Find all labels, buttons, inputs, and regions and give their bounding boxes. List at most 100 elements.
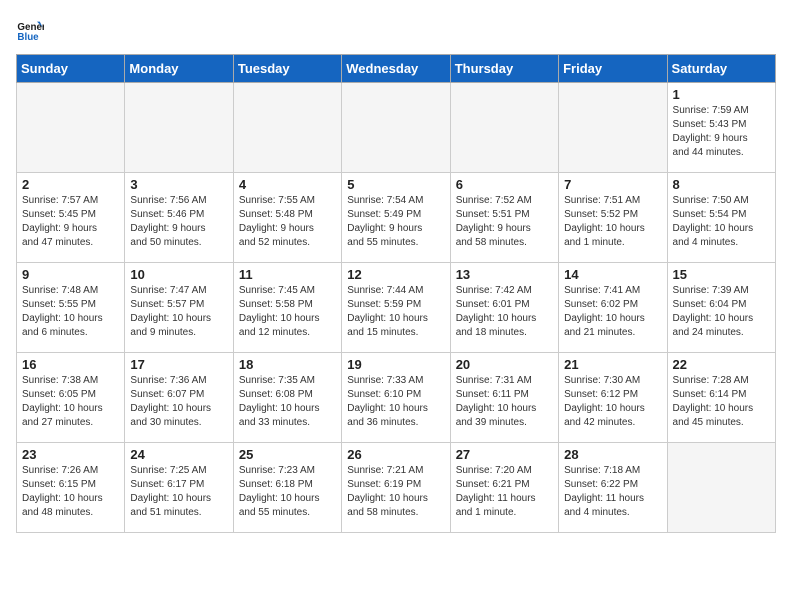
day-number: 14 <box>564 267 661 282</box>
day-info: Sunrise: 7:33 AM Sunset: 6:10 PM Dayligh… <box>347 374 444 430</box>
calendar-day-cell: 17 Sunrise: 7:36 AM Sunset: 6:07 PM Dayli… <box>125 353 233 443</box>
day-info: Sunrise: 7:35 AM Sunset: 6:08 PM Dayligh… <box>239 374 336 430</box>
calendar-day-cell: 24 Sunrise: 7:25 AM Sunset: 6:17 PM Dayli… <box>125 443 233 533</box>
day-number: 27 <box>456 447 553 462</box>
day-info: Sunrise: 7:56 AM Sunset: 5:46 PM Dayligh… <box>130 194 227 250</box>
calendar-day-cell: 12 Sunrise: 7:44 AM Sunset: 5:59 PM Dayli… <box>342 263 450 353</box>
day-number: 17 <box>130 357 227 372</box>
calendar-day-cell: 11 Sunrise: 7:45 AM Sunset: 5:58 PM Dayli… <box>233 263 341 353</box>
calendar-week-row: 23 Sunrise: 7:26 AM Sunset: 6:15 PM Dayli… <box>17 443 776 533</box>
day-info: Sunrise: 7:25 AM Sunset: 6:17 PM Dayligh… <box>130 464 227 520</box>
day-info: Sunrise: 7:45 AM Sunset: 5:58 PM Dayligh… <box>239 284 336 340</box>
day-info: Sunrise: 7:41 AM Sunset: 6:02 PM Dayligh… <box>564 284 661 340</box>
day-info: Sunrise: 7:52 AM Sunset: 5:51 PM Dayligh… <box>456 194 553 250</box>
day-number: 15 <box>673 267 770 282</box>
day-info: Sunrise: 7:59 AM Sunset: 5:43 PM Dayligh… <box>673 104 770 160</box>
calendar-day-cell <box>450 83 558 173</box>
calendar-day-cell: 19 Sunrise: 7:33 AM Sunset: 6:10 PM Dayli… <box>342 353 450 443</box>
calendar-week-row: 16 Sunrise: 7:38 AM Sunset: 6:05 PM Dayli… <box>17 353 776 443</box>
calendar-day-cell: 7 Sunrise: 7:51 AM Sunset: 5:52 PM Daylig… <box>559 173 667 263</box>
day-number: 4 <box>239 177 336 192</box>
day-info: Sunrise: 7:50 AM Sunset: 5:54 PM Dayligh… <box>673 194 770 250</box>
calendar-week-row: 9 Sunrise: 7:48 AM Sunset: 5:55 PM Daylig… <box>17 263 776 353</box>
day-info: Sunrise: 7:30 AM Sunset: 6:12 PM Dayligh… <box>564 374 661 430</box>
day-number: 6 <box>456 177 553 192</box>
calendar-day-cell: 13 Sunrise: 7:42 AM Sunset: 6:01 PM Dayli… <box>450 263 558 353</box>
day-info: Sunrise: 7:23 AM Sunset: 6:18 PM Dayligh… <box>239 464 336 520</box>
day-number: 28 <box>564 447 661 462</box>
calendar-day-cell: 18 Sunrise: 7:35 AM Sunset: 6:08 PM Dayli… <box>233 353 341 443</box>
calendar-day-cell: 6 Sunrise: 7:52 AM Sunset: 5:51 PM Daylig… <box>450 173 558 263</box>
day-number: 13 <box>456 267 553 282</box>
day-number: 19 <box>347 357 444 372</box>
calendar-day-cell: 20Sunrise: 7:31 AM Sunset: 6:11 PM Dayli… <box>450 353 558 443</box>
calendar-day-cell: 4 Sunrise: 7:55 AM Sunset: 5:48 PM Daylig… <box>233 173 341 263</box>
day-of-week-header: Wednesday <box>342 55 450 83</box>
day-number: 10 <box>130 267 227 282</box>
svg-text:Blue: Blue <box>17 32 39 43</box>
day-info: Sunrise: 7:28 AM Sunset: 6:14 PM Dayligh… <box>673 374 770 430</box>
day-info: Sunrise: 7:42 AM Sunset: 6:01 PM Dayligh… <box>456 284 553 340</box>
calendar-header-row: SundayMondayTuesdayWednesdayThursdayFrid… <box>17 55 776 83</box>
day-number: 7 <box>564 177 661 192</box>
calendar-day-cell: 10 Sunrise: 7:47 AM Sunset: 5:57 PM Dayli… <box>125 263 233 353</box>
calendar-day-cell: 5Sunrise: 7:54 AM Sunset: 5:49 PM Daylig… <box>342 173 450 263</box>
day-number: 24 <box>130 447 227 462</box>
day-number: 1 <box>673 87 770 102</box>
day-number: 16 <box>22 357 119 372</box>
calendar-day-cell: 21 Sunrise: 7:30 AM Sunset: 6:12 PM Dayli… <box>559 353 667 443</box>
calendar-day-cell: 14 Sunrise: 7:41 AM Sunset: 6:02 PM Dayli… <box>559 263 667 353</box>
header: General Blue <box>16 16 776 44</box>
day-number: 21 <box>564 357 661 372</box>
day-number: 23 <box>22 447 119 462</box>
day-of-week-header: Saturday <box>667 55 775 83</box>
calendar-day-cell: 22 Sunrise: 7:28 AM Sunset: 6:14 PM Dayli… <box>667 353 775 443</box>
day-info: Sunrise: 7:57 AM Sunset: 5:45 PM Dayligh… <box>22 194 119 250</box>
calendar-day-cell: 8 Sunrise: 7:50 AM Sunset: 5:54 PM Daylig… <box>667 173 775 263</box>
day-number: 26 <box>347 447 444 462</box>
calendar-day-cell <box>125 83 233 173</box>
day-number: 9 <box>22 267 119 282</box>
day-number: 2 <box>22 177 119 192</box>
calendar-week-row: 1 Sunrise: 7:59 AM Sunset: 5:43 PM Daylig… <box>17 83 776 173</box>
day-info: Sunrise: 7:26 AM Sunset: 6:15 PM Dayligh… <box>22 464 119 520</box>
calendar-day-cell <box>233 83 341 173</box>
day-info: Sunrise: 7:48 AM Sunset: 5:55 PM Dayligh… <box>22 284 119 340</box>
calendar-day-cell: 15 Sunrise: 7:39 AM Sunset: 6:04 PM Dayli… <box>667 263 775 353</box>
day-info: Sunrise: 7:51 AM Sunset: 5:52 PM Dayligh… <box>564 194 661 250</box>
day-of-week-header: Monday <box>125 55 233 83</box>
calendar-day-cell: 2 Sunrise: 7:57 AM Sunset: 5:45 PM Daylig… <box>17 173 125 263</box>
day-of-week-header: Friday <box>559 55 667 83</box>
day-number: 3 <box>130 177 227 192</box>
calendar-day-cell: 3 Sunrise: 7:56 AM Sunset: 5:46 PM Daylig… <box>125 173 233 263</box>
day-info: Sunrise: 7:39 AM Sunset: 6:04 PM Dayligh… <box>673 284 770 340</box>
calendar-day-cell: 1 Sunrise: 7:59 AM Sunset: 5:43 PM Daylig… <box>667 83 775 173</box>
day-info: Sunrise: 7:44 AM Sunset: 5:59 PM Dayligh… <box>347 284 444 340</box>
day-number: 5 <box>347 177 444 192</box>
day-number: 8 <box>673 177 770 192</box>
day-info: Sunrise: 7:47 AM Sunset: 5:57 PM Dayligh… <box>130 284 227 340</box>
logo: General Blue <box>16 16 48 44</box>
day-number: 22 <box>673 357 770 372</box>
logo-icon: General Blue <box>16 16 44 44</box>
day-number: 11 <box>239 267 336 282</box>
day-info: Sunrise: 7:55 AM Sunset: 5:48 PM Dayligh… <box>239 194 336 250</box>
calendar-day-cell: 28Sunrise: 7:18 AM Sunset: 6:22 PM Dayli… <box>559 443 667 533</box>
day-number: 12 <box>347 267 444 282</box>
calendar-table: SundayMondayTuesdayWednesdayThursdayFrid… <box>16 54 776 533</box>
day-info: Sunrise: 7:20 AM Sunset: 6:21 PM Dayligh… <box>456 464 553 520</box>
calendar-day-cell: 26 Sunrise: 7:21 AM Sunset: 6:19 PM Dayli… <box>342 443 450 533</box>
day-number: 18 <box>239 357 336 372</box>
calendar-day-cell <box>667 443 775 533</box>
day-info: Sunrise: 7:38 AM Sunset: 6:05 PM Dayligh… <box>22 374 119 430</box>
day-of-week-header: Tuesday <box>233 55 341 83</box>
calendar-day-cell: 16 Sunrise: 7:38 AM Sunset: 6:05 PM Dayli… <box>17 353 125 443</box>
calendar-body: 1 Sunrise: 7:59 AM Sunset: 5:43 PM Daylig… <box>17 83 776 533</box>
calendar-week-row: 2 Sunrise: 7:57 AM Sunset: 5:45 PM Daylig… <box>17 173 776 263</box>
day-info: Sunrise: 7:31 AM Sunset: 6:11 PM Dayligh… <box>456 374 553 430</box>
day-info: Sunrise: 7:36 AM Sunset: 6:07 PM Dayligh… <box>130 374 227 430</box>
calendar-day-cell: 27 Sunrise: 7:20 AM Sunset: 6:21 PM Dayli… <box>450 443 558 533</box>
calendar-day-cell <box>559 83 667 173</box>
day-info: Sunrise: 7:21 AM Sunset: 6:19 PM Dayligh… <box>347 464 444 520</box>
calendar-day-cell: 23 Sunrise: 7:26 AM Sunset: 6:15 PM Dayli… <box>17 443 125 533</box>
